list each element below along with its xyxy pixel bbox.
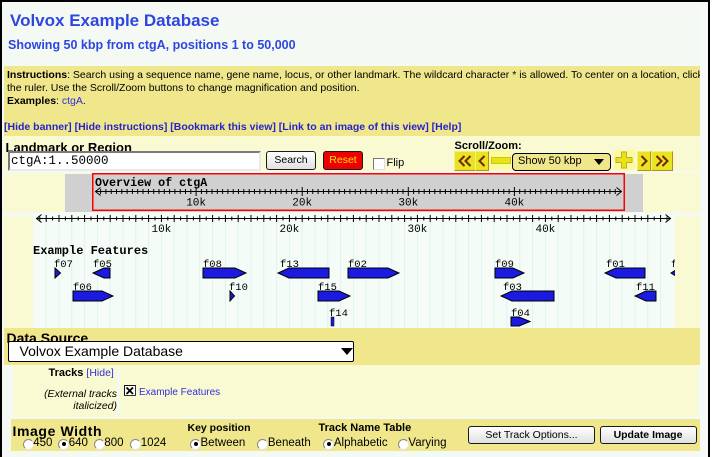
svg-text:10k: 10k [186,198,206,210]
svg-text:30k: 30k [398,198,418,210]
svg-text:Example Features: Example Features [33,244,148,258]
svg-text:30k: 30k [407,224,427,236]
svg-text:f12: f12 [671,259,675,271]
svg-text:20k: 20k [279,224,299,236]
svg-text:40k: 40k [504,198,524,210]
svg-text:40k: 40k [535,224,555,236]
svg-text:10k: 10k [151,224,171,236]
svg-text:f10: f10 [229,282,248,294]
svg-text:Overview of ctgA: Overview of ctgA [95,176,208,190]
svg-text:20k: 20k [292,198,312,210]
